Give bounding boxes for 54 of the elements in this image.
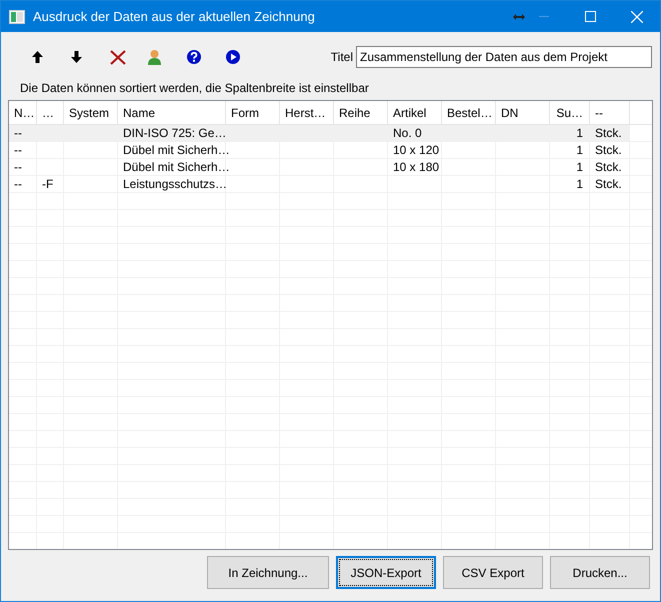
delete-icon[interactable]	[110, 50, 126, 64]
table-cell-text: Stck.	[595, 159, 622, 176]
table-cell-text: 1	[576, 142, 583, 159]
table-row[interactable]: -- Dübel mit Sicherh… 10 x 180 1 Stck.	[9, 159, 630, 175]
table-row[interactable]: -- Dübel mit Sicherh… 10 x 120 1 Stck.	[9, 142, 630, 158]
column-header[interactable]: Herst…	[280, 101, 334, 124]
table-cell-text: --	[14, 159, 22, 176]
title-input-field[interactable]: Zusammenstellung der Daten aus dem Projekt	[356, 46, 652, 68]
column-header[interactable]: --	[590, 101, 630, 124]
table-row[interactable]: -- -F Leistungsschutzs… 1 Stck.	[9, 176, 630, 192]
arrow-down-icon[interactable]	[71, 51, 82, 63]
column-header[interactable]: Form	[226, 101, 280, 124]
table-cell-text: 1	[576, 125, 583, 142]
table-cell-text: --	[14, 142, 22, 159]
column-header[interactable]: Su…	[550, 101, 590, 124]
table-cell-text: Leistungsschutzs…	[123, 176, 228, 193]
title-label: Titel	[330, 49, 353, 66]
column-header[interactable]: Bestel…	[442, 101, 496, 124]
table-cell-text: --	[14, 125, 22, 142]
table-cell-text: No. 0	[393, 125, 422, 142]
table-cell-text: -F	[42, 176, 54, 193]
user-icon[interactable]	[148, 49, 161, 65]
play-icon[interactable]	[226, 50, 240, 64]
window-title: Ausdruck der Daten aus der aktuellen Zeichnung	[33, 8, 315, 26]
close-icon[interactable]	[631, 10, 643, 22]
resize-icon[interactable]	[513, 12, 525, 20]
action-button[interactable]: CSV Export	[443, 556, 543, 589]
table-cell-text: 1	[576, 159, 583, 176]
hint-text: Die Daten können sortiert werden, die Spaltenbreite ist einstellbar	[20, 80, 369, 97]
table-cell-text: 10 x 180	[393, 159, 440, 176]
maximize-icon[interactable]	[585, 11, 596, 22]
column-header[interactable]: System	[64, 101, 118, 124]
table-cell-text: DIN-ISO 725: Ge…	[123, 125, 226, 142]
table-cell-text: 1	[576, 176, 583, 193]
help-icon[interactable]	[187, 50, 201, 64]
column-header[interactable]: Reihe	[334, 101, 388, 124]
table-cell-text: Dübel mit Sicherh…	[123, 159, 230, 176]
action-button[interactable]: Drucken...	[550, 556, 650, 589]
column-header[interactable]: Name	[118, 101, 226, 124]
arrow-up-icon[interactable]	[32, 51, 43, 63]
column-header[interactable]: N…	[9, 101, 37, 124]
column-header[interactable]: Artikel	[388, 101, 442, 124]
table-cell-text: --	[14, 176, 22, 193]
column-header[interactable]: DN	[496, 101, 550, 124]
column-header[interactable]: …	[37, 101, 64, 124]
action-button[interactable]: In Zeichnung...	[207, 556, 329, 589]
table-cell-text: Stck.	[595, 176, 622, 193]
table-cell-text: Stck.	[595, 142, 622, 159]
table-row[interactable]: -- DIN-ISO 725: Ge… No. 0 1 Stck.	[9, 125, 630, 141]
table-cell-text: Dübel mit Sicherh…	[123, 142, 230, 159]
table-cell-text: 10 x 120	[393, 142, 440, 159]
action-button[interactable]: JSON-Export	[336, 556, 436, 589]
table-cell-text: Stck.	[595, 125, 622, 142]
app-icon	[9, 10, 25, 24]
